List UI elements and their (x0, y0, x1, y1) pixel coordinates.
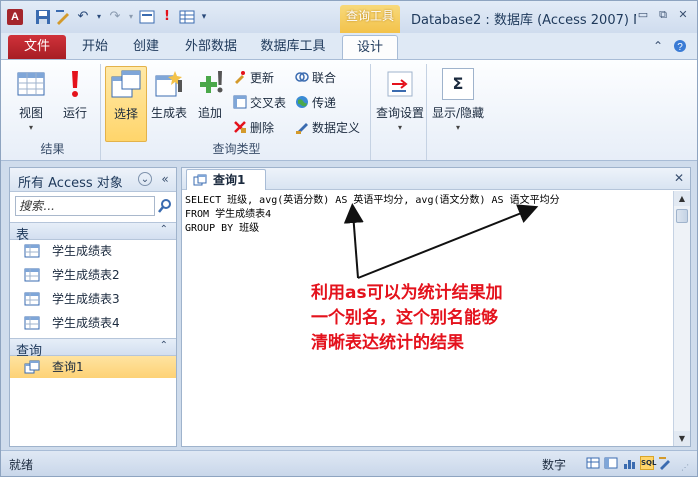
sql-view-button[interactable]: SQL (640, 456, 656, 470)
pivot-chart-view-icon[interactable] (622, 456, 636, 470)
datasheet-view-icon[interactable] (586, 456, 600, 470)
annotation-line: 一个别名，这个别名能够 (311, 308, 498, 328)
resize-grip-icon[interactable]: ⋰ (681, 463, 689, 472)
annotation-note: 利用as可以为统计结果加 一个别名，这个别名能够 清晰表达统计的结果 (311, 281, 551, 356)
annotation-line: 清晰表达统计的结果 (311, 333, 464, 353)
arrow-to-first-as (343, 203, 364, 279)
num-lock-indicator: 数字 (542, 458, 567, 472)
annotation-line: 利用as可以为统计结果加 (311, 283, 503, 303)
arrow-to-second-as (357, 204, 539, 279)
status-text: 就绪 (9, 458, 34, 472)
annotation-arrows (343, 203, 539, 279)
status-bar: 就绪 数字 SQL ⋰ (1, 450, 697, 476)
design-view-icon[interactable] (658, 456, 672, 470)
pivot-table-view-icon[interactable] (604, 456, 618, 470)
access-window: A ↶ ▾ ↷ ▾ ! ▾ 查询工具 Database2 : 数据库 (Acce… (0, 0, 698, 477)
